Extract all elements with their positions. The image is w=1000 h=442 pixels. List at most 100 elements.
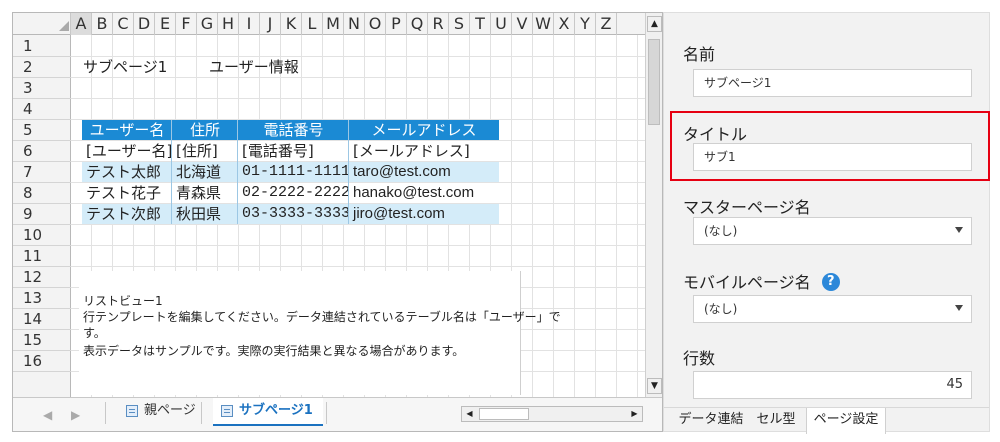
row-header-10[interactable]: 10 — [13, 225, 71, 246]
select-all-corner[interactable] — [13, 13, 71, 35]
row-header-15[interactable]: 15 — [13, 330, 71, 351]
table-row-cell[interactable]: 02-2222-2222 — [238, 183, 350, 203]
tab-sub-page[interactable]: サブページ1 — [213, 398, 323, 426]
table-row-cell[interactable]: 青森県 — [172, 183, 238, 203]
column-header-y[interactable]: Y — [575, 13, 596, 35]
listview-name: リストビュー1 — [83, 294, 163, 308]
row-count-field[interactable]: 45 — [693, 371, 972, 399]
tab-next-icon[interactable]: ▶ — [71, 408, 80, 422]
row-header-2[interactable]: 2 — [13, 57, 71, 78]
template-cell[interactable]: [メールアドレス] — [349, 141, 499, 161]
row-header-14[interactable]: 14 — [13, 309, 71, 330]
column-header-l[interactable]: L — [302, 13, 323, 35]
column-header-s[interactable]: S — [449, 13, 470, 35]
table-row-cell[interactable]: 03-3333-3333 — [238, 204, 350, 224]
row-header-bar: 1 2 3 4 5 6 7 8 9 10 11 12 13 14 15 16 — [13, 35, 71, 397]
table-header-cell[interactable]: 電話番号 — [238, 120, 349, 140]
row-header-7[interactable]: 7 — [13, 162, 71, 183]
listview-component[interactable]: リストビュー1 行テンプレートを編集してください。データ連結されているテーブル名… — [79, 271, 561, 395]
chevron-down-icon — [955, 305, 963, 311]
row-header-1[interactable]: 1 — [13, 36, 71, 57]
table-row-cell[interactable]: 01-1111-1111 — [238, 162, 350, 182]
column-header-u[interactable]: U — [491, 13, 512, 35]
app-window: ABCDEFGHIJKLMNOPQRSTUVWXYZ 1 2 3 4 5 6 7 8 9 10 11… — [0, 0, 1000, 442]
page-icon — [126, 405, 138, 417]
column-header-b[interactable]: B — [92, 13, 113, 35]
column-header-x[interactable]: X — [554, 13, 575, 35]
master-page-label: マスターページ名 — [683, 198, 811, 217]
scroll-down-icon[interactable]: ▼ — [647, 378, 662, 394]
column-header-q[interactable]: Q — [407, 13, 428, 35]
listview-note-line3: 表示データはサンプルです。実際の実行結果と異なる場合があります。 — [83, 344, 465, 358]
table-row-cell[interactable]: テスト太郎 — [82, 162, 172, 182]
column-header-z[interactable]: Z — [596, 13, 617, 35]
column-header-c[interactable]: C — [113, 13, 134, 35]
table-row-cell[interactable]: taro@test.com — [349, 162, 499, 182]
column-header-o[interactable]: O — [365, 13, 386, 35]
table-row-cell[interactable]: jiro@test.com — [349, 204, 499, 224]
row-header-11[interactable]: 11 — [13, 246, 71, 267]
row-header-9[interactable]: 9 — [13, 204, 71, 225]
column-header-p[interactable]: P — [386, 13, 407, 35]
table-row-cell[interactable]: hanako@test.com — [349, 183, 499, 203]
column-header-k[interactable]: K — [281, 13, 302, 35]
column-header-m[interactable]: M — [323, 13, 344, 35]
horizontal-scrollbar[interactable]: ◀ ▶ — [461, 406, 643, 422]
column-header-d[interactable]: D — [134, 13, 155, 35]
title-highlight-frame — [670, 111, 990, 181]
column-header-e[interactable]: E — [155, 13, 176, 35]
column-header-bar: ABCDEFGHIJKLMNOPQRSTUVWXYZ — [13, 13, 645, 35]
column-header-i[interactable]: I — [239, 13, 260, 35]
tab-cell-type[interactable]: セル型 — [748, 408, 804, 434]
column-header-v[interactable]: V — [512, 13, 533, 35]
row-header-13[interactable]: 13 — [13, 288, 71, 309]
spreadsheet-designer[interactable]: ABCDEFGHIJKLMNOPQRSTUVWXYZ 1 2 3 4 5 6 7 8 9 10 11… — [12, 12, 663, 432]
column-header-t[interactable]: T — [470, 13, 491, 35]
table-header-cell[interactable]: メールアドレス — [349, 120, 499, 140]
master-page-value: (なし) — [704, 224, 738, 238]
tab-data-binding[interactable]: データ連結 — [676, 408, 746, 434]
row-header-5[interactable]: 5 — [13, 120, 71, 141]
tab-page-settings[interactable]: ページ設定 — [806, 408, 886, 434]
name-label: 名前 — [683, 45, 716, 64]
table-row-cell[interactable]: 秋田県 — [172, 204, 238, 224]
template-cell[interactable]: [ユーザー名] — [82, 141, 172, 161]
row-header-4[interactable]: 4 — [13, 99, 71, 120]
tab-prev-icon[interactable]: ◀ — [43, 408, 52, 422]
column-header-n[interactable]: N — [344, 13, 365, 35]
row-header-16[interactable]: 16 — [13, 351, 71, 372]
column-header-f[interactable]: F — [176, 13, 197, 35]
template-cell[interactable]: [住所] — [172, 141, 238, 161]
table-row-cell[interactable]: テスト花子 — [82, 183, 172, 203]
row-header-12[interactable]: 12 — [13, 267, 71, 288]
horizontal-scroll-thumb[interactable] — [479, 408, 529, 420]
table-row-cell[interactable]: 北海道 — [172, 162, 238, 182]
mobile-page-select[interactable]: (なし) — [693, 295, 972, 323]
column-header-w[interactable]: W — [533, 13, 554, 35]
column-header-r[interactable]: R — [428, 13, 449, 35]
page-name-cell[interactable]: サブページ1 — [81, 57, 181, 77]
column-header-j[interactable]: J — [260, 13, 281, 35]
template-cell[interactable]: [電話番号] — [238, 141, 349, 161]
column-header-g[interactable]: G — [197, 13, 218, 35]
vertical-scrollbar[interactable]: ▲ ▼ — [645, 13, 662, 397]
column-header-h[interactable]: H — [218, 13, 239, 35]
master-page-select[interactable]: (なし) — [693, 217, 972, 245]
help-icon[interactable]: ? — [821, 273, 840, 291]
vertical-scroll-thumb[interactable] — [648, 39, 660, 125]
column-header-a[interactable]: A — [71, 13, 92, 35]
table-header-cell[interactable]: 住所 — [172, 120, 238, 140]
name-field[interactable]: サブページ1 — [693, 69, 972, 97]
listview-note-line1: 行テンプレートを編集してください。データ連結されているテーブル名は「ユーザー」で — [83, 310, 561, 324]
tab-parent-label: 親ページ — [144, 403, 196, 418]
page-title-cell[interactable]: ユーザー情報 — [207, 57, 317, 77]
row-header-3[interactable]: 3 — [13, 78, 71, 99]
scroll-up-icon[interactable]: ▲ — [647, 16, 662, 32]
scroll-left-icon[interactable]: ◀ — [462, 407, 477, 421]
tab-parent-page[interactable]: 親ページ — [118, 398, 206, 426]
scroll-right-icon[interactable]: ▶ — [627, 407, 642, 421]
row-header-6[interactable]: 6 — [13, 141, 71, 162]
row-header-8[interactable]: 8 — [13, 183, 71, 204]
table-row-cell[interactable]: テスト次郎 — [82, 204, 172, 224]
table-header-cell[interactable]: ユーザー名 — [82, 120, 172, 140]
